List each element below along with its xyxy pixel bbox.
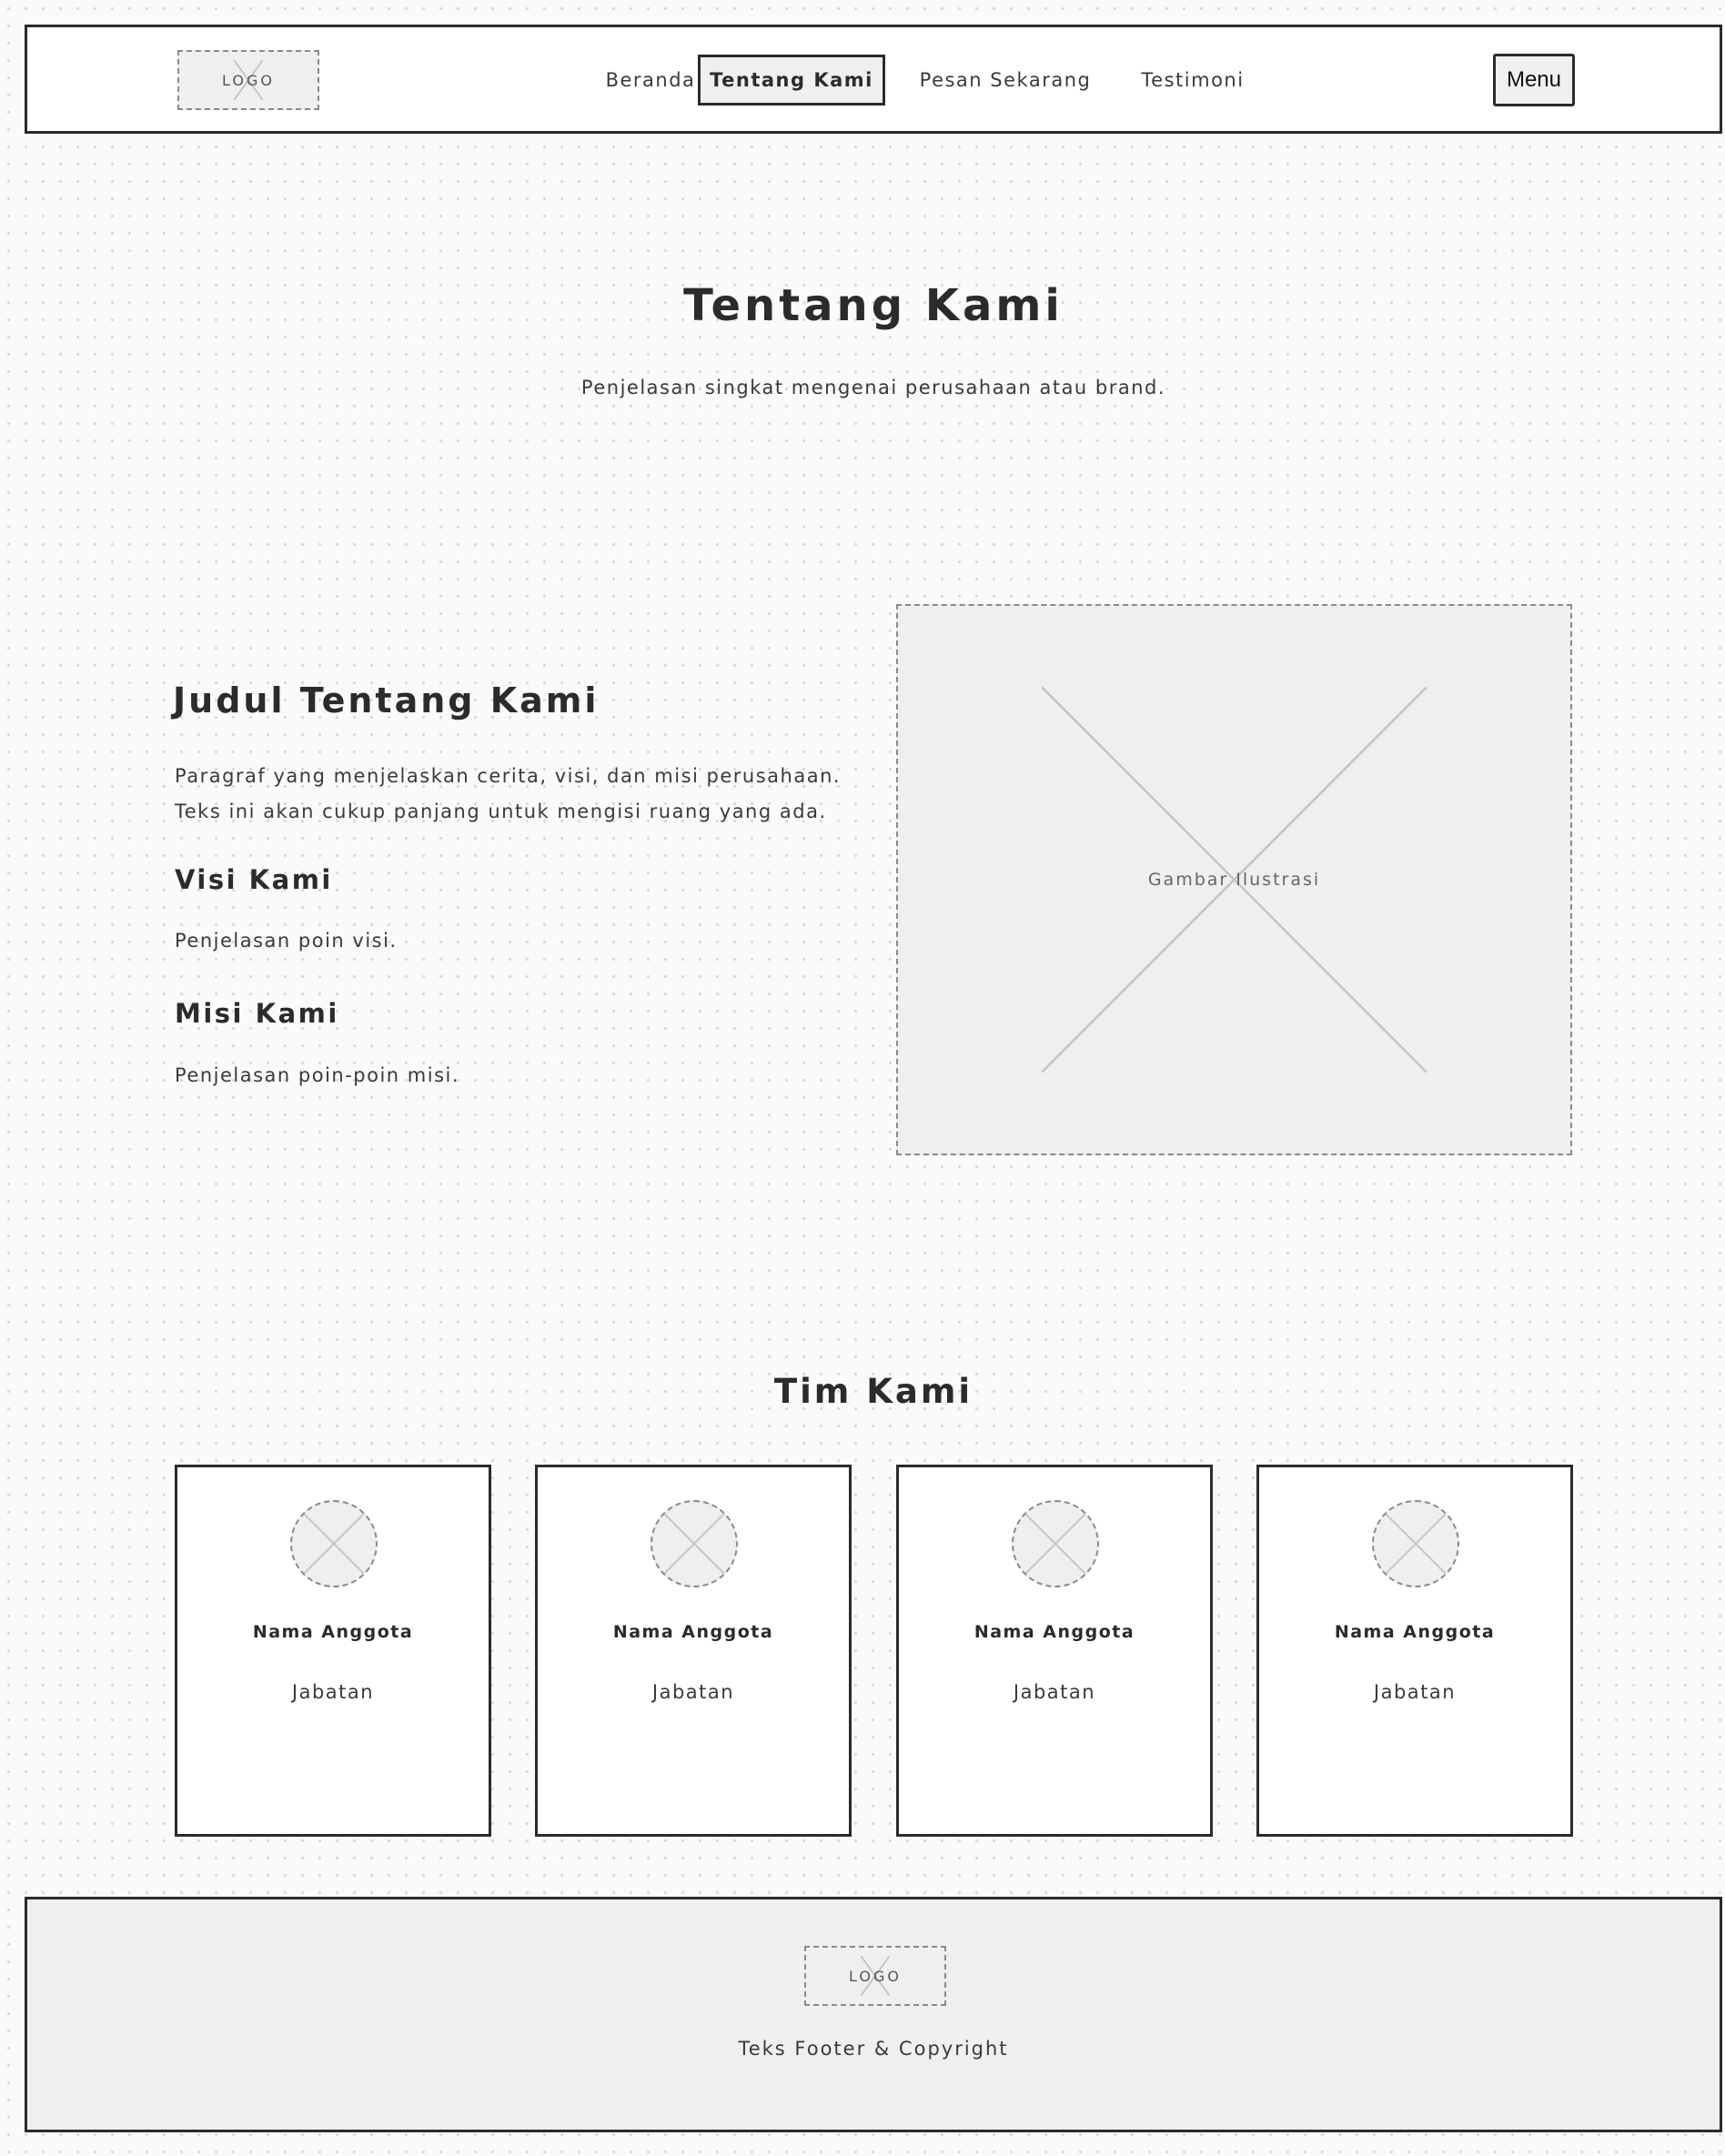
team-card: Nama Anggota Jabatan [896, 1465, 1213, 1837]
team-card: Nama Anggota Jabatan [1256, 1465, 1573, 1837]
vision-title: Visi Kami [175, 864, 333, 895]
team-title: Tim Kami [773, 1372, 973, 1411]
avatar-placeholder-icon [1385, 1513, 1447, 1575]
avatar-placeholder-icon [663, 1513, 725, 1575]
menu-button[interactable]: Menu [1493, 54, 1575, 106]
site-footer: LOGO Teks Footer & Copyright [25, 1897, 1722, 2132]
member-name: Nama Anggota [252, 1622, 414, 1642]
footer-logo-text: LOGO [849, 1967, 902, 1985]
illustration-image: Gambar Ilustrasi [896, 604, 1572, 1155]
member-role: Jabatan [1013, 1681, 1096, 1703]
site-header: LOGO Beranda Tentang Kami Pesan Sekarang… [25, 25, 1722, 134]
mission-text: Penjelasan poin-poin misi. [175, 1064, 460, 1086]
team-card: Nama Anggota Jabatan [175, 1465, 491, 1837]
member-role: Jabatan [1373, 1681, 1457, 1703]
footer-logo[interactable]: LOGO [804, 1946, 946, 2006]
mission-title: Misi Kami [175, 998, 339, 1029]
member-name: Nama Anggota [973, 1622, 1135, 1642]
avatar [651, 1500, 738, 1587]
avatar [290, 1500, 378, 1587]
member-name: Nama Anggota [1334, 1622, 1496, 1642]
nav-item-tentang-kami[interactable]: Tentang Kami [698, 55, 885, 106]
avatar-placeholder-icon [1024, 1513, 1086, 1575]
member-role: Jabatan [291, 1681, 375, 1703]
illustration-label: Gambar Ilustrasi [1147, 870, 1321, 890]
page-title: Tentang Kami [683, 280, 1064, 331]
footer-copyright: Teks Footer & Copyright [738, 2038, 1009, 2060]
vision-text: Penjelasan poin visi. [175, 930, 398, 952]
avatar [1372, 1500, 1459, 1587]
header-logo-text: LOGO [222, 71, 275, 89]
team-card: Nama Anggota Jabatan [535, 1465, 852, 1837]
about-paragraph: Paragraf yang menjelaskan cerita, visi, … [175, 765, 842, 822]
nav-item-testimoni[interactable]: Testimoni [1115, 55, 1270, 106]
nav-item-pesan-sekarang[interactable]: Pesan Sekarang [905, 55, 1105, 106]
avatar-placeholder-icon [303, 1513, 365, 1575]
member-name: Nama Anggota [612, 1622, 774, 1642]
about-title: Judul Tentang Kami [173, 680, 600, 720]
member-role: Jabatan [651, 1681, 735, 1703]
avatar [1012, 1500, 1099, 1587]
main-nav: Beranda Tentang Kami Pesan Sekarang Test… [27, 27, 1720, 131]
page-subtitle: Penjelasan singkat mengenai perusahaan a… [580, 377, 1166, 398]
